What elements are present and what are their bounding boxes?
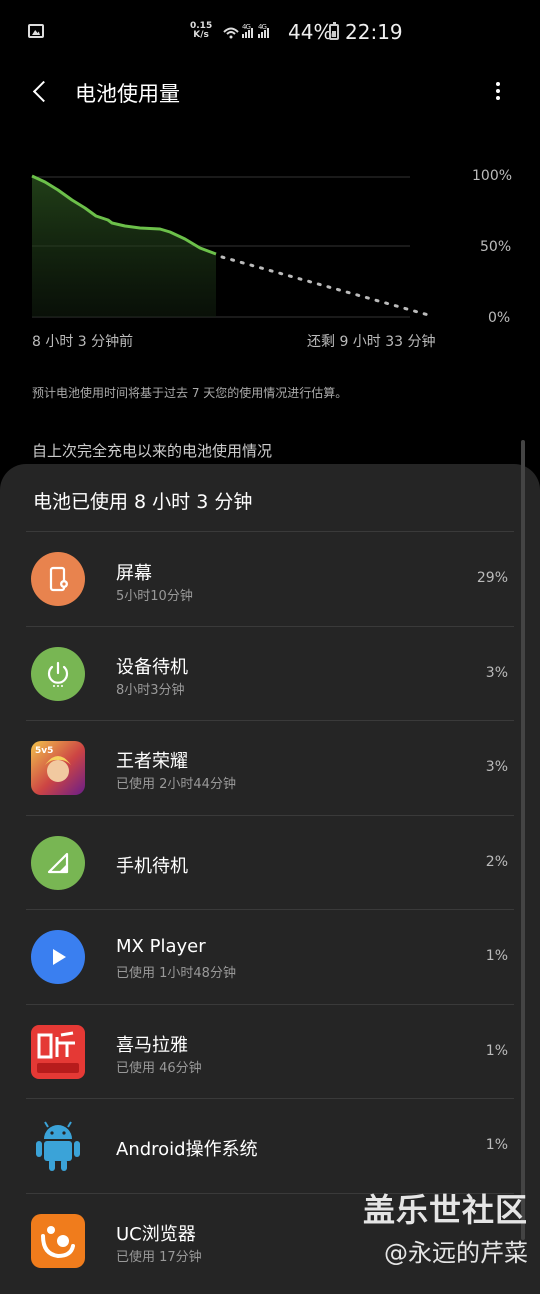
section-title: 自上次完全充电以来的电池使用情况 <box>32 442 273 460</box>
y-label-0: 0% <box>488 310 511 326</box>
item-percent: 2% <box>485 854 508 870</box>
y-label-50: 50% <box>480 239 512 255</box>
watermark-author: @永远的芹菜 <box>384 1239 528 1267</box>
list-item-android-os[interactable]: Android操作系统 1% <box>0 1099 540 1193</box>
item-name: Android操作系统 <box>116 1139 258 1160</box>
estimate-note: 预计电池使用时间将基于过去 7 天您的使用情况进行估算。 <box>32 386 348 400</box>
list-item-phone-standby[interactable]: 手机待机 2% <box>0 816 540 910</box>
usage-summary: 电池已使用 8 小时 3 分钟 <box>33 491 253 513</box>
item-sub: 8小时3分钟 <box>116 683 185 698</box>
screen-icon <box>31 552 85 606</box>
list-item-honor-of-kings[interactable]: 5v5 王者荣耀 已使用 2小时44分钟 3% <box>0 721 540 815</box>
network-speed: 0.15 K/s <box>190 21 213 40</box>
svg-text:5v5: 5v5 <box>35 746 53 756</box>
list-item-mx-player[interactable]: MX Player 已使用 1小时48分钟 1% <box>0 910 540 1004</box>
item-name: 设备待机 <box>116 657 188 678</box>
item-percent: 3% <box>485 665 508 681</box>
game-icon: 5v5 <box>31 741 85 795</box>
item-name: 手机待机 <box>116 856 188 877</box>
battery-icon <box>329 22 339 40</box>
uc-icon <box>31 1214 85 1268</box>
projection-line <box>220 255 434 318</box>
more-options-icon[interactable] <box>486 78 510 104</box>
y-label-100: 100% <box>472 168 513 184</box>
scrollbar[interactable] <box>521 440 525 1240</box>
power-icon <box>31 647 85 701</box>
list-item-screen[interactable]: 屏幕 5小时10分钟 29% <box>0 532 540 626</box>
watermark-title: 盖乐世社区 <box>362 1191 528 1229</box>
item-name: 喜马拉雅 <box>116 1035 188 1056</box>
item-sub: 已使用 1小时48分钟 <box>116 966 236 981</box>
gallery-notification-icon <box>28 24 44 38</box>
page-title: 电池使用量 <box>75 82 180 106</box>
list-item-device-standby[interactable]: 设备待机 8小时3分钟 3% <box>0 627 540 721</box>
signal-icon <box>31 836 85 890</box>
x-label-left: 8 小时 3 分钟前 <box>32 334 134 350</box>
usage-area <box>32 176 216 317</box>
item-percent: 1% <box>485 1043 508 1059</box>
ximalaya-icon <box>31 1025 85 1079</box>
item-name: UC浏览器 <box>116 1224 196 1245</box>
svg-text:4G: 4G <box>258 23 266 31</box>
item-name: 屏幕 <box>116 563 152 584</box>
item-percent: 1% <box>485 1137 508 1153</box>
watermark: 盖乐世社区 @永远的芹菜 <box>363 1185 528 1268</box>
item-sub: 5小时10分钟 <box>116 589 193 604</box>
list-item-ximalaya[interactable]: 喜马拉雅 已使用 46分钟 1% <box>0 1005 540 1099</box>
battery-chart: 100% 50% 0% 8 小时 3 分钟前 还剩 9 小时 33 分钟 <box>0 160 540 350</box>
svg-text:4G: 4G <box>242 23 250 31</box>
battery-percent: 44% <box>288 20 333 44</box>
play-icon <box>31 930 85 984</box>
back-arrow-icon[interactable] <box>30 78 54 104</box>
item-percent: 3% <box>485 759 508 775</box>
x-label-right: 还剩 9 小时 33 分钟 <box>307 334 436 350</box>
android-icon <box>31 1119 85 1173</box>
status-bar: 0.15 K/s 4G 4G 44% 22:19 <box>0 0 540 64</box>
item-sub: 已使用 46分钟 <box>116 1061 202 1076</box>
item-name: 王者荣耀 <box>116 751 188 772</box>
item-percent: 1% <box>485 948 508 964</box>
item-name: MX Player <box>116 936 206 957</box>
item-sub: 已使用 2小时44分钟 <box>116 777 236 792</box>
item-percent: 29% <box>476 570 508 586</box>
signal-icon: 4G 4G <box>222 22 282 44</box>
clock: 22:19 <box>345 20 403 44</box>
item-sub: 已使用 17分钟 <box>116 1250 202 1265</box>
